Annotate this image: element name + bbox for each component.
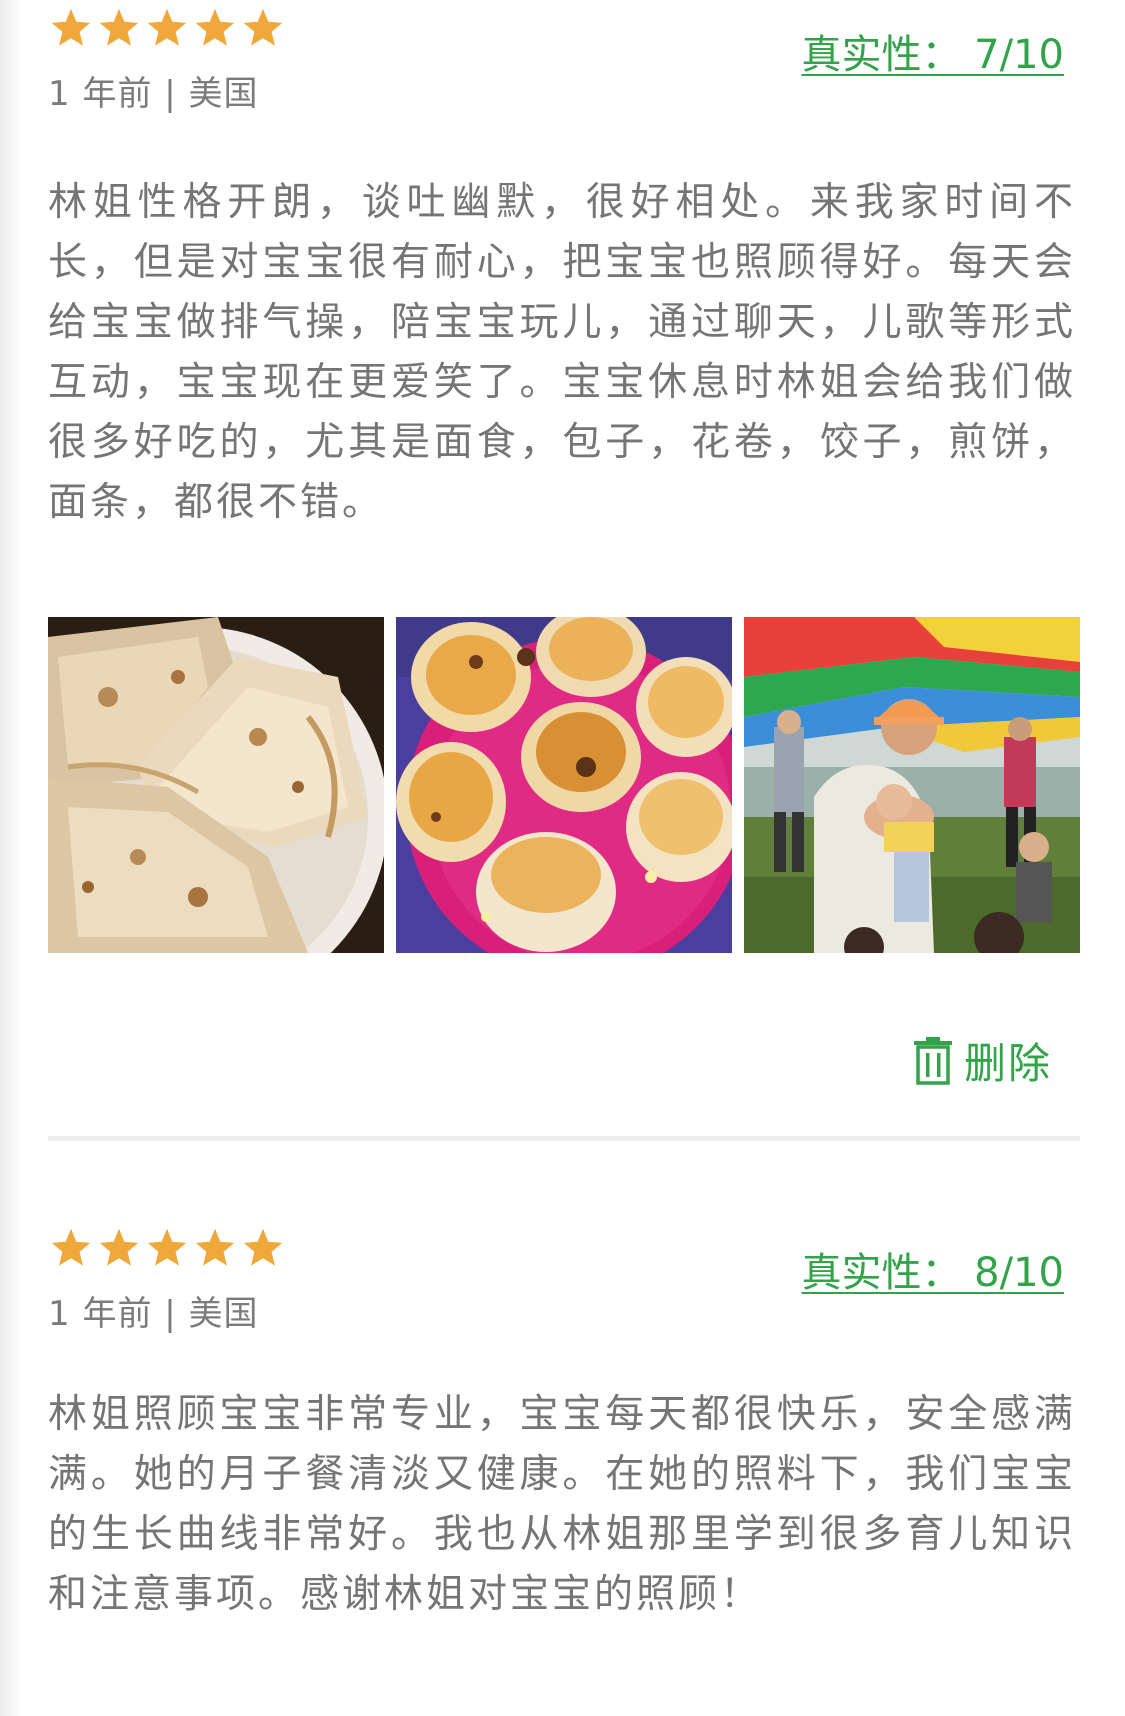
page-edge bbox=[0, 0, 22, 1716]
authenticity-score-link[interactable]: 真实性： 8/10 bbox=[801, 1240, 1064, 1298]
review-photos bbox=[48, 617, 1080, 953]
review-divider bbox=[48, 1136, 1080, 1141]
review-page: 1 年前 | 美国 真实性： 7/10 林姐性格开朗，谈吐幽默，很好相处。来我家… bbox=[0, 0, 1125, 1716]
review-card: 1 年前 | 美国 真实性： 8/10 林姐照顾宝宝非常专业，宝宝每天都很快乐，… bbox=[48, 1218, 1078, 1716]
star-icon bbox=[243, 8, 283, 46]
playground-photo[interactable] bbox=[744, 617, 1080, 953]
delete-label: 删除 bbox=[963, 1039, 1052, 1088]
review-card: 1 年前 | 美国 真实性： 7/10 林姐性格开朗，谈吐幽默，很好相处。来我家… bbox=[48, 0, 1080, 1140]
star-icon bbox=[195, 8, 235, 46]
dumplings-photo[interactable] bbox=[48, 617, 384, 953]
review-text: 林姐性格开朗，谈吐幽默，很好相处。来我家时间不长，但是对宝宝很有耐心，把宝宝也照… bbox=[48, 180, 1076, 525]
star-icon bbox=[147, 1228, 187, 1266]
star-icon bbox=[243, 1228, 283, 1266]
star-icon bbox=[147, 8, 187, 46]
star-icon bbox=[99, 8, 139, 46]
review-meta: 1 年前 | 美国 bbox=[48, 1294, 259, 1334]
star-icon bbox=[195, 1228, 235, 1266]
star-icon bbox=[99, 1228, 139, 1266]
authenticity-score-link[interactable]: 真实性： 7/10 bbox=[801, 22, 1064, 80]
star-rating bbox=[48, 6, 286, 50]
star-icon bbox=[51, 8, 91, 46]
trash-icon bbox=[913, 1036, 952, 1085]
review-text: 林姐照顾宝宝非常专业，宝宝每天都很快乐，安全感满满。她的月子餐清淡又健康。在她的… bbox=[48, 1392, 1076, 1617]
star-rating bbox=[48, 1226, 286, 1270]
baozi-photo[interactable] bbox=[396, 617, 732, 953]
star-icon bbox=[51, 1228, 91, 1266]
review-meta: 1 年前 | 美国 bbox=[48, 74, 259, 114]
delete-button[interactable]: 删除 bbox=[912, 1030, 1052, 1091]
